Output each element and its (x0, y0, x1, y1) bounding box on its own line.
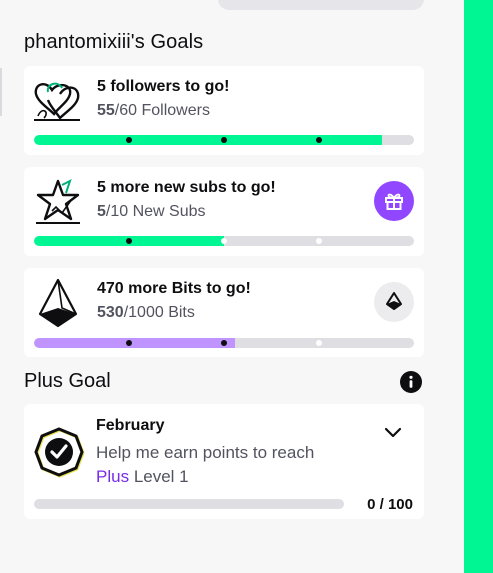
goal-headline: 5 followers to go! (97, 78, 230, 95)
goal-headline: 470 more Bits to go! (97, 280, 251, 297)
goal-target-text: /10 New Subs (105, 203, 206, 220)
bits-gem-icon (38, 278, 78, 328)
plus-word: Plus (96, 467, 130, 486)
goal-marker (221, 137, 227, 143)
goal-marker (316, 340, 322, 346)
goal-progress-fill (34, 135, 383, 145)
accent-stripe (464, 0, 493, 573)
plus-goal-progress-bar (34, 499, 344, 509)
checkmark-badge-icon (34, 427, 85, 478)
goal-current-value: 530 (97, 304, 124, 321)
top-search-pill (218, 0, 424, 10)
goal-headline: 5 more new subs to go! (97, 179, 276, 196)
left-panel-edge (0, 68, 2, 116)
goal-current-value: 55 (97, 102, 115, 119)
goal-marker (316, 137, 322, 143)
plus-goal-description: Help me earn points to reach Plus Level … (96, 441, 366, 489)
info-icon[interactable] (400, 371, 422, 393)
subs-goal-card: 5 more new subs to go! 5/10 New Subs (24, 167, 424, 256)
goal-marker (221, 340, 227, 346)
star-icon (36, 179, 80, 224)
goal-progress-fill (34, 338, 236, 348)
chevron-down-icon[interactable] (384, 426, 402, 440)
bits-goal-card: 470 more Bits to go! 530/1000 Bits (24, 268, 424, 357)
cheer-bits-button[interactable] (374, 282, 414, 322)
bits-icon (386, 292, 402, 310)
plus-goal-title: Plus Goal (24, 370, 111, 392)
plus-goal-desc-prefix: Help me earn points to reach (96, 443, 315, 462)
goal-progress-bar (34, 236, 414, 246)
gift-sub-button[interactable] (374, 181, 414, 221)
goal-progress-bar (34, 135, 414, 145)
goal-progress-text: 530/1000 Bits (97, 304, 195, 322)
plus-goal-desc-suffix: Level 1 (133, 467, 189, 486)
goal-marker (221, 238, 227, 244)
goal-target-text: /1000 Bits (123, 304, 195, 321)
plus-goal-month: February (96, 417, 165, 434)
goal-marker (126, 340, 132, 346)
hearts-icon (34, 82, 80, 121)
gift-icon (385, 193, 403, 210)
goal-marker (126, 137, 132, 143)
goal-progress-text: 55/60 Followers (97, 102, 210, 120)
goal-marker (316, 238, 322, 244)
goal-marker (126, 238, 132, 244)
followers-goal-card: 5 followers to go! 55/60 Followers (24, 66, 424, 155)
plus-goal-counter: 0 / 100 (367, 496, 413, 513)
plus-goal-card: February Help me earn points to reach Pl… (24, 404, 424, 519)
goal-progress-text: 5/10 New Subs (97, 203, 206, 221)
goals-title: phantomixiii's Goals (24, 31, 204, 53)
goal-target-text: /60 Followers (114, 102, 210, 119)
goal-current-value: 5 (97, 203, 106, 220)
goal-progress-bar (34, 338, 414, 348)
